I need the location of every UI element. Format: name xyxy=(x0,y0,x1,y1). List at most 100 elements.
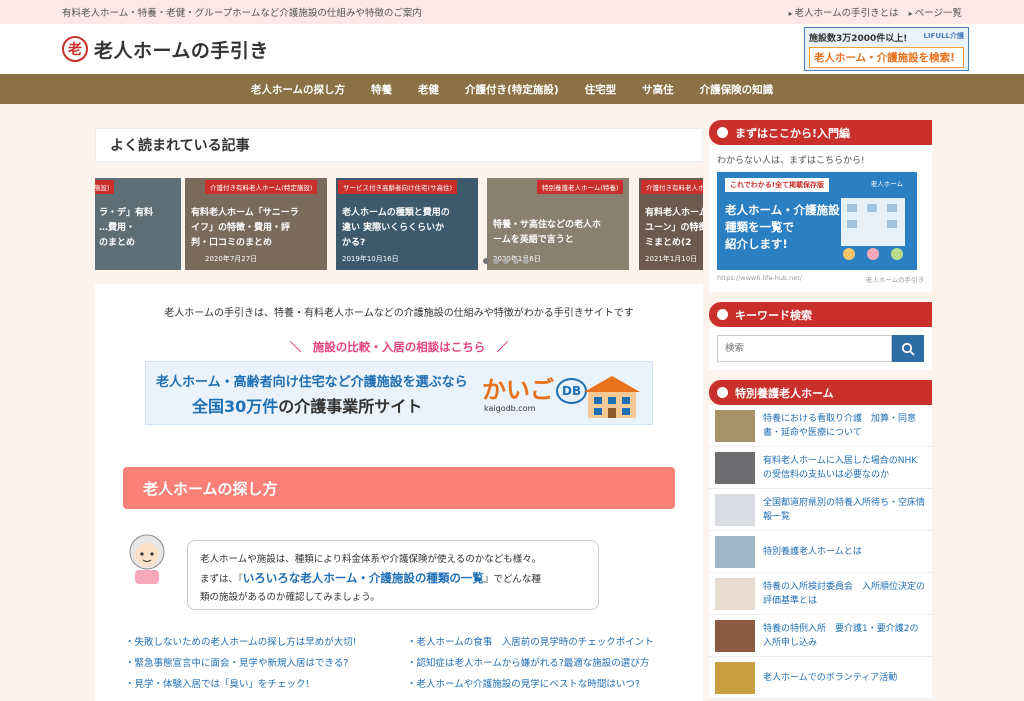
sidebar-article[interactable]: 有料老人ホームに入居した場合のNHKの受信料の支払いは必要なのか xyxy=(709,447,932,489)
banner-brand: 老人ホーム xyxy=(870,180,903,188)
tokuyo-heading: 特別養護老人ホーム xyxy=(709,380,932,405)
nav-item-sakoju[interactable]: サ高住 xyxy=(629,82,687,97)
sidebar-article-title: 有料老人ホームに入居した場合のNHKの受信料の支払いは必要なのか xyxy=(763,455,918,480)
popular-heading: よく読まれている記事 xyxy=(95,128,703,162)
carousel-dot[interactable] xyxy=(483,258,489,264)
sidebar-article-title: 全国都道府県別の特養入所待ち・空床情報一覧 xyxy=(763,497,926,522)
intro-heading: まずはここから!入門編 xyxy=(709,120,932,145)
carousel-dots xyxy=(483,258,529,264)
card-tag: 介護付き有料老人ホーム xyxy=(641,180,703,194)
sidebar-article[interactable]: 特養の入所検討委員会 入所順位決定の評価基準とは xyxy=(709,573,932,615)
banner-tag: これでわかる!全て掲載保存版 xyxy=(725,178,829,192)
article-card[interactable]: サービス付き高齢者向け住宅(サ高住) 老人ホームの種類と費用の 違い 実際いくら… xyxy=(336,178,478,270)
card-date: 2021年1月10日 xyxy=(645,255,698,263)
card-title: 特養・サ高住などの老人ホ ームを英語で言うと xyxy=(493,220,602,245)
page-list-link[interactable]: ページ一覧 xyxy=(909,5,962,19)
logo-icon: 老 xyxy=(62,36,88,62)
carousel-dot[interactable] xyxy=(523,258,529,264)
building-icon xyxy=(841,198,905,260)
sidebar-article[interactable]: 特養における看取り介護 加算・同意書・延命や医療について xyxy=(709,405,932,447)
section-heading: 老人ホームの探し方 xyxy=(123,467,675,509)
article-card[interactable]: 老人ホーム(特定施設) ラ・デ」有料 …費用・ のまとめ xyxy=(95,178,181,270)
speech-bubble: 老人ホームや施設は、種類により料金体系や介護保険が使えるのかなども様々。 まずは… xyxy=(187,540,599,610)
banner-logo: 老人ホームの手引き xyxy=(865,276,924,284)
top-bar: 有料老人ホーム・特養・老健・グループホームなど介護施設の仕組みや特徴のご案内 老… xyxy=(0,0,1024,24)
promo-line2: 全国30万件の介護事業所サイト xyxy=(192,393,422,417)
article-thumbnail xyxy=(715,619,755,652)
card-title: 有料老人ホーム「ホー ユーン」の特徴・費用 ミまとめ(2 xyxy=(645,208,703,248)
article-thumbnail xyxy=(715,535,755,568)
intro-text: わからない人は、まずはこちらから! xyxy=(717,156,865,166)
facility-types-link[interactable]: いろいろな老人ホーム・介護施設の種類の一覧 xyxy=(243,571,484,585)
article-link[interactable]: 認知症は老人ホームから嫌がれる?最適な施設の選び方 xyxy=(407,655,685,669)
article-thumbnail xyxy=(715,661,755,694)
search-input[interactable] xyxy=(717,335,892,362)
article-link[interactable]: 緊急事態宣言中に面会・見学や新規入居はできる? xyxy=(125,655,407,669)
popular-carousel: 老人ホーム(特定施設) ラ・デ」有料 …費用・ のまとめ 介護付き有料老人ホーム… xyxy=(95,178,703,274)
banner-main-text: 老人ホーム・介護施設を検索! xyxy=(809,47,964,68)
search-heading: キーワード検索 xyxy=(709,302,932,327)
article-link[interactable]: 老人ホームの食事 入居前の見学時のチェックポイント xyxy=(407,634,685,648)
sidebar-article[interactable]: 特別養護老人ホームとは xyxy=(709,531,932,573)
site-intro: 老人ホームの手引きは、特養・有料老人ホームなどの介護施設の仕組みや特徴がわかる手… xyxy=(164,308,634,319)
article-link[interactable]: 老人ホームや介護施設の見学にベストな時間はいつ? xyxy=(407,676,685,690)
compare-heading: ＼ 施設の比較・入居の相談はこちら ／ xyxy=(289,340,509,354)
site-header: 老 老人ホームの手引き 施設数3万2000件以上! LIFULL介護 老人ホーム… xyxy=(0,24,1024,74)
facility-types-banner[interactable]: これでわかる!全て掲載保存版 老人ホーム 老人ホーム・介護施設 種類を一覧で 紹… xyxy=(717,172,917,270)
nav-item-search[interactable]: 老人ホームの探し方 xyxy=(238,82,358,97)
kaigodb-logo-text: かいご xyxy=(482,376,554,404)
content-panel: 老人ホームの手引きは、特養・有料老人ホームなどの介護施設の仕組みや特徴がわかる手… xyxy=(95,284,703,701)
article-card[interactable]: 介護付き有料老人ホーム 有料老人ホーム「ホー ユーン」の特徴・費用 ミまとめ(2… xyxy=(639,178,703,270)
card-date: 2019年10月16日 xyxy=(342,255,399,263)
article-card[interactable]: 介護付き有料老人ホーム(特定施設) 有料老人ホーム「サニーラ イフ」の特徴・費用… xyxy=(185,178,327,270)
sidebar-article[interactable]: 特養の特例入所 要介護1・要介護2の入所申し込み xyxy=(709,615,932,657)
article-link[interactable]: 見学・体験入居では「臭い」をチェック! xyxy=(125,676,407,690)
nav-item-jutaku[interactable]: 住宅型 xyxy=(572,82,630,97)
banner-url: https://www6.life-hub.net/ xyxy=(717,274,802,282)
promo-count: 全国30万件 xyxy=(192,397,279,416)
about-link[interactable]: 老人ホームの手引きとは xyxy=(788,5,898,19)
sidebar-article[interactable]: 老人ホームでのボランティア活動 xyxy=(709,657,932,699)
carousel-dot[interactable] xyxy=(503,258,509,264)
search-button[interactable] xyxy=(892,335,924,362)
article-thumbnail xyxy=(715,409,755,442)
sidebar-article-title: 特養における看取り介護 加算・同意書・延命や医療について xyxy=(763,413,917,438)
bubble-line2-post: 』でどんな種 xyxy=(483,574,541,585)
sidebar-article-title: 特養の入所検討委員会 入所順位決定の評価基準とは xyxy=(763,581,926,606)
main-nav: 老人ホームの探し方 特養 老健 介護付き(特定施設) 住宅型 サ高住 介護保険の… xyxy=(0,74,1024,104)
article-links: 失敗しないための老人ホームの探し方は早めが大切! 老人ホームの食事 入居前の見学… xyxy=(125,634,685,690)
bubble-line2-pre: まずは、『 xyxy=(200,574,243,585)
lifull-banner[interactable]: 施設数3万2000件以上! LIFULL介護 老人ホーム・介護施設を検索! xyxy=(804,27,969,71)
main-column: よく読まれている記事 老人ホーム(特定施設) ラ・デ」有料 …費用・ のまとめ … xyxy=(95,128,703,701)
sidebar-article[interactable]: 全国都道府県別の特養入所待ち・空床情報一覧 xyxy=(709,489,932,531)
promo-line2-rest: の介護事業所サイト xyxy=(278,397,423,416)
card-title: ラ・デ」有料 …費用・ のまとめ xyxy=(99,208,154,248)
bubble-line3: 類の施設があるのか確認してみましょう。 xyxy=(200,592,380,603)
banner-footer: https://www6.life-hub.net/ 老人ホームの手引き xyxy=(717,274,924,284)
carousel-dot[interactable] xyxy=(493,258,499,264)
kaigodb-banner[interactable]: 老人ホーム・高齢者向け住宅など介護施設を選ぶなら 全国30万件の介護事業所サイト… xyxy=(145,361,653,425)
sidebar-article-title: 特養の特例入所 要介護1・要介護2の入所申し込み xyxy=(763,623,919,648)
site-logo[interactable]: 老 老人ホームの手引き xyxy=(62,36,269,63)
article-card[interactable]: 特別養護老人ホーム(特養) 特養・サ高住などの老人ホ ームを英語で言うと 202… xyxy=(487,178,629,270)
nav-item-roken[interactable]: 老健 xyxy=(405,82,452,97)
bubble-line1: 老人ホームや施設は、種類により料金体系や介護保険が使えるのかなども様々。 xyxy=(200,554,542,565)
article-link[interactable]: 失敗しないための老人ホームの探し方は早めが大切! xyxy=(125,634,407,648)
sidebar: まずはここから!入門編 わからない人は、まずはこちらから! これでわかる!全て掲… xyxy=(709,120,932,699)
promo-url: kaigodb.com xyxy=(484,404,536,413)
card-tag: サービス付き高齢者向け住宅(サ高住) xyxy=(338,180,458,194)
card-title: 老人ホームの種類と費用の 違い 実際いくらくらいか かる? xyxy=(342,208,450,248)
nav-item-tokuyo[interactable]: 特養 xyxy=(358,82,405,97)
nav-item-kaigo-tsuki[interactable]: 介護付き(特定施設) xyxy=(452,82,572,97)
intro-box: わからない人は、まずはこちらから! これでわかる!全て掲載保存版 老人ホーム 老… xyxy=(709,145,932,292)
card-tag: 老人ホーム(特定施設) xyxy=(95,180,115,194)
site-tagline: 有料老人ホーム・特養・老健・グループホームなど介護施設の仕組みや特徴のご案内 xyxy=(62,8,422,19)
building-icon xyxy=(584,376,640,418)
nav-item-kaigo-hoken[interactable]: 介護保険の知識 xyxy=(687,82,787,97)
caregiver-avatar-icon xyxy=(129,534,165,584)
bubble-line2: まずは、『いろいろな老人ホーム・介護施設の種類の一覧』でどんな種 xyxy=(200,569,586,589)
card-tag: 特別養護老人ホーム(特養) xyxy=(537,180,624,194)
carousel-dot[interactable] xyxy=(513,258,519,264)
sidebar-article-title: 特別養護老人ホームとは xyxy=(763,546,862,557)
search-icon xyxy=(901,342,915,356)
